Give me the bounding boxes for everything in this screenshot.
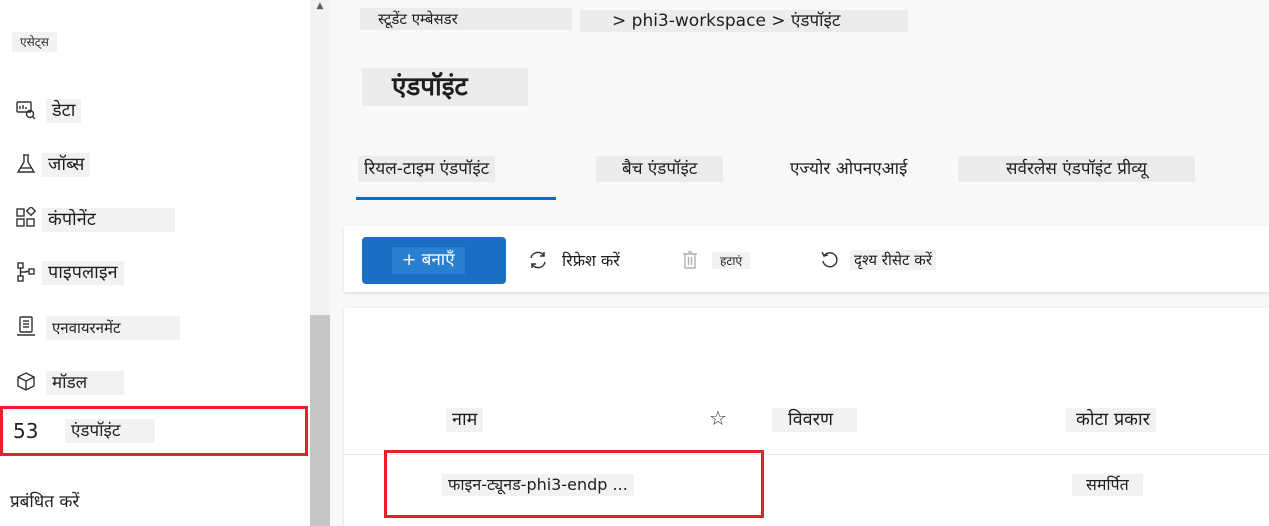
reset-icon — [818, 248, 842, 272]
sidebar-item-pipelines[interactable]: पाइपलाइन — [0, 248, 306, 296]
active-tab-indicator — [356, 197, 556, 200]
quota-type-value: समर्पित — [1072, 474, 1143, 496]
tab-label: बैच एंडपॉइंट — [596, 156, 724, 182]
main-content: स्टूडेंट एम्बेसडर > phi3-workspace > एंड… — [330, 0, 1269, 526]
refresh-icon — [526, 248, 550, 272]
sidebar-item-environments[interactable]: एनवायरनमेंट — [0, 302, 306, 350]
sidebar-scrollbar[interactable]: ▲ — [310, 0, 330, 526]
tab-batch-endpoints[interactable]: बैच एंडपॉइंट — [596, 156, 724, 182]
sidebar-item-components[interactable]: कंपोनेंट — [0, 194, 306, 242]
data-icon — [14, 98, 38, 122]
tab-realtime-endpoints[interactable]: रियल-टाइम एंडपॉइंट — [358, 156, 496, 182]
breadcrumb-path[interactable]: > phi3-workspace > एंडपॉइंट — [580, 10, 908, 32]
sidebar-item-label: पाइपलाइन — [42, 261, 124, 285]
page-title: एंडपॉइंट — [362, 68, 528, 106]
row-highlight-box — [384, 450, 764, 518]
nav-group-manage-label: प्रबंधित करें — [10, 492, 80, 512]
sidebar-item-label: जॉब्स — [42, 153, 91, 177]
pipeline-icon — [14, 260, 38, 284]
scrollbar-thumb[interactable] — [310, 315, 330, 526]
flask-icon — [14, 152, 38, 176]
column-header-label: विवरण — [772, 408, 858, 432]
command-bar: + बनाएँ रिफ्रेश करें हटाएं दृश्य रीसेट क… — [344, 226, 1269, 292]
quota-type-cell: समर्पित — [1072, 474, 1143, 496]
sidebar-item-label: मॉडल — [46, 371, 124, 395]
tab-label: एज्योर ओपनएआई — [790, 159, 908, 179]
left-navigation: एसेट्स डेटा जॉब्स कंपोनेंट पाइपलाइन एनवा… — [0, 0, 310, 526]
column-header-description[interactable]: विवरण — [772, 408, 858, 432]
trash-icon — [678, 248, 702, 272]
column-header-label: कोटा प्रकार — [1066, 408, 1157, 432]
delete-button[interactable]: हटाएं — [678, 246, 751, 274]
scroll-up-arrow-icon[interactable]: ▲ — [315, 2, 325, 11]
endpoint-icon: 53 — [13, 419, 39, 443]
refresh-label: रिफ्रेश करें — [562, 251, 620, 270]
nav-group-assets-label: एसेट्स — [12, 32, 57, 52]
sidebar-item-label: कंपोनेंट — [42, 208, 175, 232]
reset-view-button[interactable]: दृश्य रीसेट करें — [818, 246, 936, 274]
breadcrumb-root[interactable]: स्टूडेंट एम्बेसडर — [360, 8, 572, 30]
tab-label: रियल-टाइम एंडपॉइंट — [358, 156, 496, 182]
refresh-button[interactable]: रिफ्रेश करें — [526, 246, 624, 274]
sidebar-item-endpoints[interactable]: 53 एंडपॉइंट — [0, 406, 308, 456]
column-header-quota-type[interactable]: कोटा प्रकार — [1066, 408, 1157, 432]
tab-serverless-endpoints[interactable]: सर्वरलेस एंडपॉइंट प्रीव्यू — [958, 156, 1195, 182]
components-icon — [14, 206, 38, 230]
star-icon[interactable]: ☆ — [706, 406, 730, 430]
reset-view-label: दृश्य रीसेट करें — [850, 250, 936, 270]
column-header-label: नाम — [446, 408, 484, 432]
delete-label: हटाएं — [712, 251, 751, 269]
tab-label: सर्वरलेस एंडपॉइंट प्रीव्यू — [958, 156, 1195, 182]
create-button-label: + बनाएँ — [392, 247, 465, 274]
sidebar-item-label: एनवायरनमेंट — [46, 316, 180, 340]
cube-icon — [14, 370, 38, 394]
create-button[interactable]: + बनाएँ — [362, 237, 506, 284]
endpoints-table: नाम ☆ विवरण कोटा प्रकार फाइन-ट्यूनड-phi3… — [344, 308, 1269, 526]
sidebar-item-data[interactable]: डेटा — [0, 86, 306, 134]
sidebar-item-label: एंडपॉइंट — [65, 419, 155, 443]
sidebar-item-models[interactable]: मॉडल — [0, 358, 306, 406]
sidebar-item-jobs[interactable]: जॉब्स — [0, 140, 306, 188]
environment-icon — [14, 314, 38, 338]
column-header-name[interactable]: नाम — [446, 408, 484, 432]
sidebar-item-label: डेटा — [46, 99, 82, 123]
tab-azure-openai[interactable]: एज्योर ओपनएआई — [784, 156, 913, 182]
